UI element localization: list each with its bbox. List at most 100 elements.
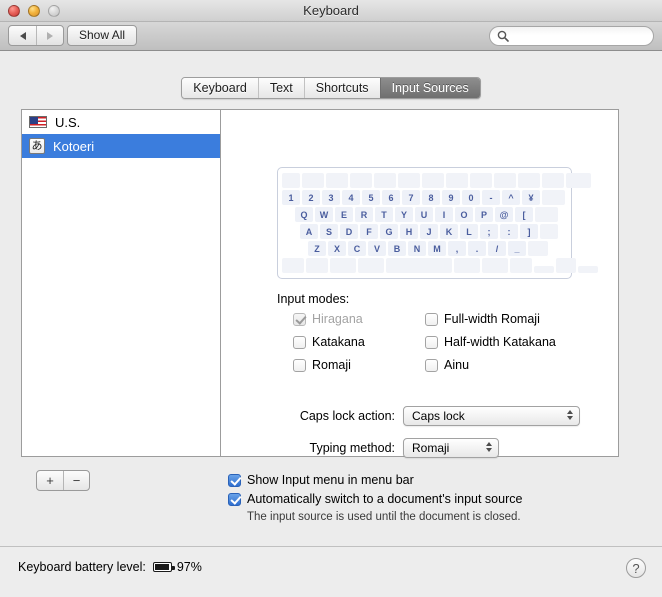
caps-lock-action-value: Caps lock (412, 409, 465, 423)
checkbox-show-input-menu[interactable]: Show Input menu in menu bar (228, 473, 522, 487)
typing-method-value: Romaji (412, 441, 450, 455)
key-o: O (455, 207, 473, 222)
key-spacebar (386, 258, 452, 273)
key-j: J (420, 224, 438, 239)
close-button[interactable] (8, 5, 20, 17)
key-semicolon: ; (480, 224, 498, 239)
key-2: 2 (302, 190, 320, 205)
tab-keyboard[interactable]: Keyboard (182, 78, 258, 98)
caps-lock-action-label: Caps lock action: (299, 409, 395, 423)
key-4: 4 (342, 190, 360, 205)
key-blank (398, 173, 420, 188)
navigation-buttons (8, 25, 64, 46)
key-a: A (300, 224, 318, 239)
search-input[interactable] (513, 29, 643, 43)
zoom-button[interactable] (48, 5, 60, 17)
key-z: Z (308, 241, 326, 256)
battery-icon (152, 562, 175, 572)
traffic-lights (8, 5, 60, 17)
key-k: K (440, 224, 458, 239)
key-u: U (415, 207, 433, 222)
checkbox-box (425, 312, 438, 326)
input-modes-group: Hiragana Full-width Romaji Katakana Half… (293, 312, 556, 372)
key-comma: , (448, 241, 466, 256)
tab-bar: Keyboard Text Shortcuts Input Sources (181, 77, 481, 99)
checkbox-auto-switch[interactable]: Automatically switch to a document's inp… (228, 492, 522, 506)
checkbox-label: Half-width Katakana (444, 335, 556, 349)
list-item-us[interactable]: U.S. (22, 110, 220, 134)
key-m: M (428, 241, 446, 256)
minimize-button[interactable] (28, 5, 40, 17)
key-l: L (460, 224, 478, 239)
key-blank (510, 258, 532, 273)
forward-button[interactable] (36, 26, 63, 45)
list-edit-buttons: + − (36, 470, 90, 491)
checkbox-box (228, 473, 241, 487)
key-blank (454, 258, 480, 273)
key-blank (566, 173, 591, 188)
key-blank (330, 258, 356, 273)
key-p: P (475, 207, 493, 222)
key-underscore: _ (508, 241, 526, 256)
window-title: Keyboard (303, 3, 359, 18)
key-6: 6 (382, 190, 400, 205)
keyboard-row: Q W E R T Y U I O P @ [ (282, 207, 567, 222)
toolbar: Show All (0, 22, 662, 51)
caps-lock-action-row: Caps lock action: Caps lock (277, 406, 580, 426)
typing-method-select[interactable]: Romaji (403, 438, 499, 458)
checkbox-box (228, 492, 241, 506)
checkbox-label: Automatically switch to a document's inp… (247, 492, 523, 506)
help-button[interactable]: ? (626, 558, 646, 578)
checkbox-box (425, 358, 438, 372)
key-blank (282, 173, 300, 188)
key-blank (374, 173, 396, 188)
key-arrow-updown (556, 258, 576, 273)
key-9: 9 (442, 190, 460, 205)
key-blank (282, 258, 304, 273)
key-blank (470, 173, 492, 188)
key-t: T (375, 207, 393, 222)
keyboard-row (282, 258, 598, 273)
us-flag-icon (29, 116, 47, 128)
key-blank (302, 173, 324, 188)
tab-text[interactable]: Text (257, 78, 304, 98)
key-h: H (400, 224, 418, 239)
list-item-label: Kotoeri (53, 138, 95, 154)
checkbox-label: Katakana (312, 335, 365, 349)
keyboard-row: 1 2 3 4 5 6 7 8 9 0 - ^ ¥ (282, 190, 567, 205)
key-blank (540, 224, 558, 239)
kana-icon: あ (29, 138, 45, 154)
key-1: 1 (282, 190, 300, 205)
key-b: B (388, 241, 406, 256)
checkbox-ainu[interactable]: Ainu (425, 358, 556, 372)
search-field[interactable] (489, 26, 654, 46)
checkbox-romaji[interactable]: Romaji (293, 358, 425, 372)
list-item-label: U.S. (55, 114, 81, 130)
battery-label: Keyboard battery level: (18, 560, 146, 574)
caps-lock-action-select[interactable]: Caps lock (403, 406, 580, 426)
input-sources-panel: U.S. あ Kotoeri 1 2 3 4 5 6 7 8 9 0 - ^ ¥… (21, 109, 619, 458)
remove-input-source-button[interactable]: − (63, 471, 89, 490)
show-all-button[interactable]: Show All (67, 25, 138, 46)
checkbox-half-width-katakana[interactable]: Half-width Katakana (425, 335, 556, 349)
key-blank (482, 258, 508, 273)
add-input-source-button[interactable]: + (37, 471, 63, 490)
back-button[interactable] (9, 26, 36, 45)
keyboard-battery-status: Keyboard battery level: 97% (18, 560, 202, 574)
checkbox-full-width-romaji[interactable]: Full-width Romaji (425, 312, 556, 326)
tab-input-sources[interactable]: Input Sources (379, 78, 480, 98)
key-blank (542, 190, 565, 205)
key-period: . (468, 241, 486, 256)
key-blank (535, 207, 558, 222)
input-source-list[interactable]: U.S. あ Kotoeri (22, 110, 221, 456)
checkbox-katakana[interactable]: Katakana (293, 335, 425, 349)
key-c: C (348, 241, 366, 256)
key-bracket-right: ] (520, 224, 538, 239)
key-slash: / (488, 241, 506, 256)
list-item-kotoeri[interactable]: あ Kotoeri (22, 134, 220, 158)
key-q: Q (295, 207, 313, 222)
key-blank (528, 241, 548, 256)
key-caret: ^ (502, 190, 520, 205)
tab-shortcuts[interactable]: Shortcuts (303, 78, 380, 98)
checkbox-hiragana[interactable]: Hiragana (293, 312, 425, 326)
